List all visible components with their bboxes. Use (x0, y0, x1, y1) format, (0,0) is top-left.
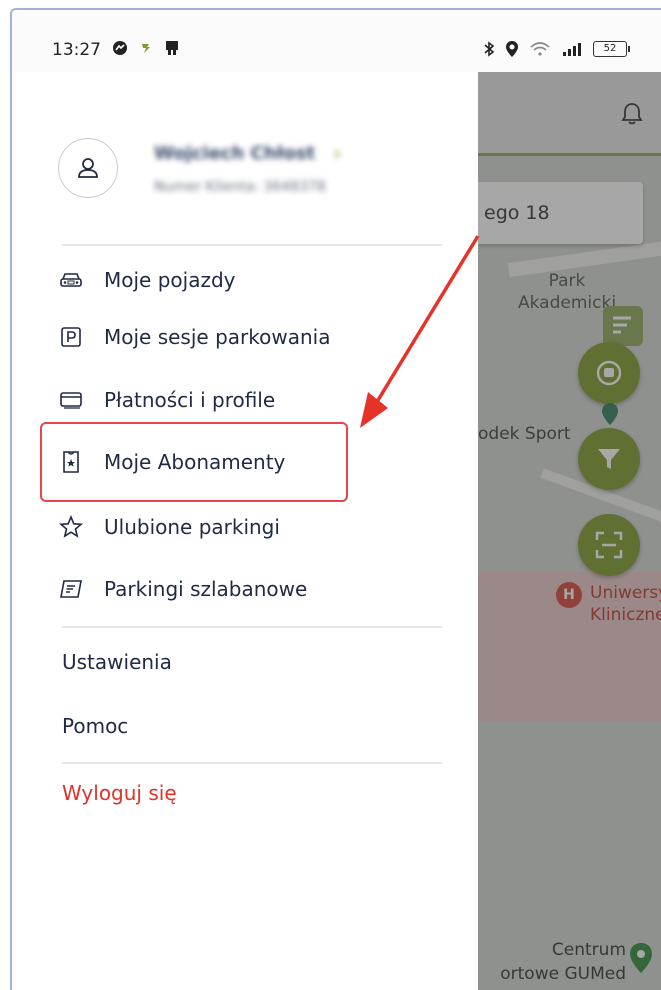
status-time: 13:27 (52, 40, 101, 60)
menu-item-parking-sessions[interactable]: Moje sesje parkowania (58, 317, 330, 357)
menu-item-label: Moje sesje parkowania (104, 325, 331, 349)
star-icon (58, 514, 84, 540)
menu-item-settings[interactable]: Ustawienia (62, 644, 172, 680)
menu-item-label: Moje pojazdy (104, 268, 236, 292)
menu-item-label: Płatności i profile (104, 388, 276, 412)
card-icon (58, 387, 84, 413)
barrier-ticket-icon (58, 576, 84, 602)
logout-button[interactable]: Wyloguj się (62, 775, 177, 811)
menu-item-vehicles[interactable]: Moje pojazdy (58, 260, 235, 300)
menu-item-barrier-parkings[interactable]: Parkingi szlabanowe (58, 569, 307, 609)
map-view: ego 18 Park Akademicki odek Sport H Uniw… (478, 72, 661, 990)
profile-name: Wojciech Chłost › (154, 141, 341, 165)
bluetooth-icon (484, 41, 495, 57)
app-notification-icon (166, 41, 178, 55)
map-dim-overlay[interactable] (478, 72, 661, 990)
chevron-right-icon: › (332, 141, 342, 165)
highlight-annotation-box (40, 422, 348, 502)
navigation-drawer: Wojciech Chłost › Numer Klienta: 3648378… (12, 72, 478, 990)
avatar (58, 138, 118, 198)
location-icon (506, 41, 518, 57)
parking-p-icon (58, 324, 84, 350)
divider (62, 626, 442, 628)
menu-item-label: Parkingi szlabanowe (104, 577, 308, 601)
battery-icon: 52 (593, 41, 630, 57)
profile-name-text: Wojciech Chłost (154, 142, 315, 164)
car-icon (58, 267, 84, 293)
status-bar: 13:27 52 (12, 10, 661, 72)
status-left-icons (112, 40, 180, 56)
bolt-app-icon (142, 44, 150, 53)
user-icon (78, 158, 98, 178)
profile-text: Wojciech Chłost › Numer Klienta: 3648378 (154, 141, 341, 195)
messenger-icon (113, 41, 127, 55)
signal-icon (563, 43, 581, 56)
menu-item-favorite-parkings[interactable]: Ulubione parkingi (58, 507, 280, 547)
profile-customer-number: Numer Klienta: 3648378 (154, 179, 326, 195)
annotation-arrow-icon (360, 235, 480, 428)
status-right-icons: 52 (483, 40, 630, 58)
divider (62, 762, 442, 764)
phone-frame: 13:27 52 ego 18 Park Akademicki odek Spo… (10, 8, 661, 990)
menu-item-payments[interactable]: Płatności i profile (58, 380, 275, 420)
wifi-icon (530, 42, 550, 56)
menu-item-label: Ulubione parkingi (104, 515, 280, 539)
menu-item-help[interactable]: Pomoc (62, 708, 128, 744)
profile-header[interactable]: Wojciech Chłost › Numer Klienta: 3648378 (58, 138, 341, 198)
